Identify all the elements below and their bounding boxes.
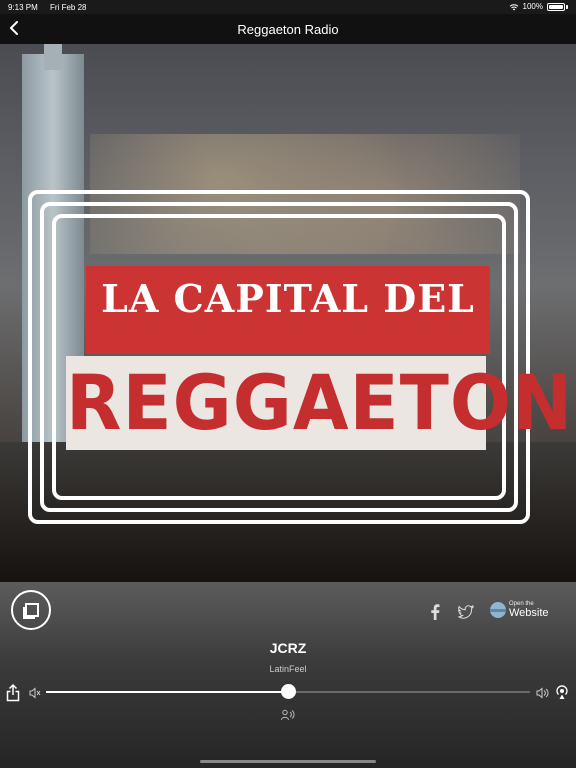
- status-right: 100%: [509, 2, 568, 11]
- speak-icon[interactable]: [281, 708, 295, 721]
- airplay-button[interactable]: [555, 684, 569, 700]
- player-panel: Open the Website JCRZ LatinFeel: [0, 582, 576, 768]
- status-date: Fri Feb 28: [50, 3, 87, 12]
- facebook-icon: [431, 604, 440, 620]
- share-icon: [6, 683, 20, 702]
- website-big-label: Website: [509, 607, 549, 619]
- status-bar: 9:13 PM Fri Feb 28 100%: [0, 0, 576, 14]
- artist-name: LatinFeel: [269, 664, 307, 674]
- battery-tip: [566, 4, 568, 9]
- wifi-icon: [509, 3, 518, 10]
- website-label: Open the Website: [509, 601, 549, 619]
- song-title: JCRZ: [269, 640, 307, 656]
- status-time: 9:13 PM: [8, 3, 38, 12]
- nav-bar: Reggaeton Radio: [0, 14, 576, 44]
- twitter-icon: [458, 605, 474, 619]
- share-button[interactable]: [6, 683, 22, 702]
- open-website-button[interactable]: Open the Website: [490, 601, 549, 619]
- facebook-button[interactable]: [426, 602, 444, 622]
- battery-percent: 100%: [522, 2, 543, 11]
- globe-icon: [490, 602, 506, 618]
- volume-min-icon: [29, 686, 41, 699]
- album-artwork: LA CAPITAL DEL REGGAETON: [0, 44, 576, 582]
- volume-slider-fill: [46, 691, 288, 693]
- volume-slider-thumb[interactable]: [281, 684, 296, 699]
- page-title: Reggaeton Radio: [237, 22, 339, 37]
- volume-slider[interactable]: [46, 684, 530, 699]
- volume-max-icon: [536, 686, 550, 699]
- twitter-button[interactable]: [456, 602, 476, 622]
- stop-icon: [23, 603, 39, 619]
- artwork-line1: LA CAPITAL DEL: [101, 276, 475, 321]
- battery-icon: [547, 2, 565, 11]
- airplay-icon: [556, 685, 568, 699]
- artwork-tower-top: [44, 44, 62, 70]
- home-indicator: [200, 760, 376, 763]
- stop-button[interactable]: [11, 590, 51, 630]
- status-left: 9:13 PM Fri Feb 28: [8, 3, 97, 12]
- artwork-line2: REGGAETON: [66, 358, 574, 448]
